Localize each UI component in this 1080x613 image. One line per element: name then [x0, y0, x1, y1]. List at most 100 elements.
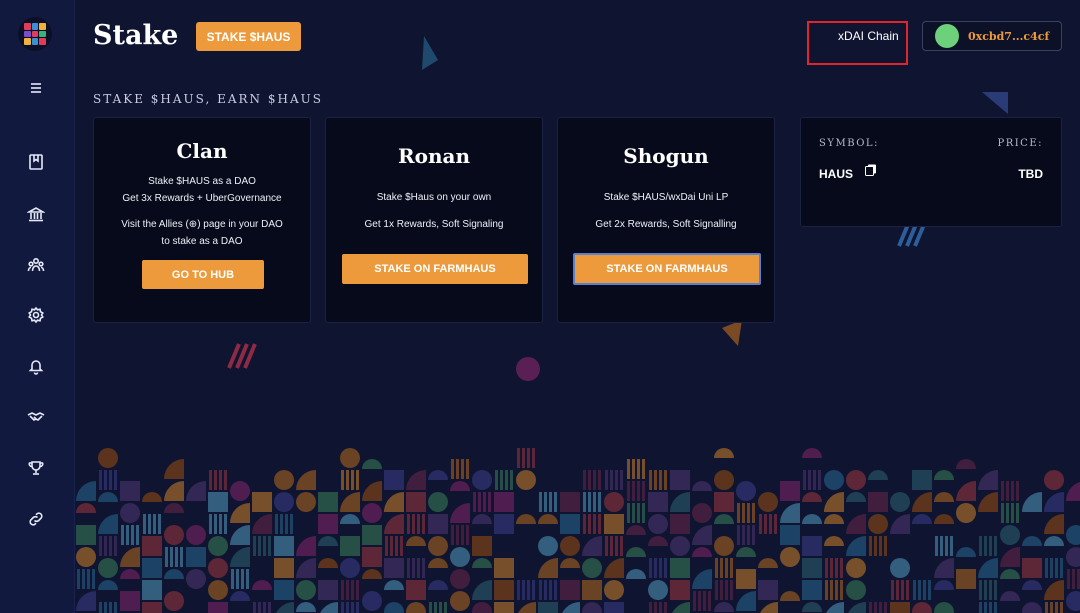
stake-haus-button[interactable]: STAKE $HAUS	[196, 22, 301, 51]
pattern-tile	[868, 514, 888, 534]
link-icon[interactable]	[26, 509, 46, 529]
hamburger-icon[interactable]	[26, 78, 46, 98]
card-shogun: Shogun Stake $HAUS/wxDai Uni LP Get 2x R…	[557, 117, 775, 323]
pattern-tile	[1067, 569, 1080, 589]
pattern-tile	[274, 492, 294, 512]
pattern-tile	[604, 558, 624, 578]
price-value: TBD	[1018, 167, 1043, 181]
pattern-tile	[1066, 525, 1080, 545]
pattern-tile	[670, 558, 690, 578]
pattern-tile	[142, 558, 162, 578]
pattern-tile	[230, 591, 250, 601]
handshake-icon[interactable]	[26, 407, 46, 427]
pattern-tile	[473, 492, 491, 512]
pattern-tile	[274, 536, 294, 556]
pattern-tile	[560, 514, 580, 534]
pattern-tile	[780, 525, 800, 545]
pattern-tile	[494, 558, 514, 578]
bell-icon[interactable]	[26, 356, 46, 376]
pattern-tile	[164, 503, 184, 513]
pattern-tile	[846, 558, 866, 578]
copy-icon[interactable]	[865, 164, 877, 176]
pattern-tile	[869, 536, 887, 556]
pattern-tile	[1001, 503, 1019, 523]
pattern-tile	[562, 602, 580, 613]
pattern-tile	[582, 558, 602, 578]
pattern-tile	[758, 558, 778, 568]
pattern-tile	[341, 470, 359, 490]
chain-label[interactable]: xDAI Chain	[838, 29, 899, 43]
pattern-tile	[1044, 514, 1064, 534]
pattern-tile	[341, 580, 359, 600]
pattern-tile	[802, 602, 822, 612]
pattern-tile	[912, 514, 932, 524]
pattern-tile	[406, 602, 426, 613]
pattern-tile	[627, 503, 645, 523]
pattern-tile	[362, 481, 382, 501]
pattern-tile	[956, 481, 976, 501]
pattern-tile	[362, 459, 382, 469]
pattern-tile	[98, 448, 118, 468]
bank-icon[interactable]	[26, 204, 46, 224]
stake-on-farmhaus-button[interactable]: STAKE ON FARMHAUS	[342, 254, 528, 284]
pattern-tile	[472, 580, 492, 600]
pattern-tile	[76, 481, 96, 501]
pattern-tile	[340, 448, 360, 468]
pattern-tile	[1000, 547, 1020, 567]
pattern-tile	[802, 536, 822, 556]
stake-on-farmhaus-lp-button[interactable]: STAKE ON FARMHAUS	[573, 253, 761, 285]
pattern-tile	[1000, 569, 1020, 579]
pattern-tile	[1022, 580, 1042, 590]
pattern-tile	[1066, 547, 1080, 567]
gear-icon[interactable]	[26, 305, 46, 325]
pattern-tile	[384, 602, 404, 613]
pattern-tile	[450, 569, 470, 589]
pattern-tile	[869, 602, 887, 613]
book-icon[interactable]	[26, 152, 46, 172]
pattern-tile	[670, 470, 690, 490]
pattern-tile	[583, 514, 601, 534]
pattern-tile	[780, 503, 800, 523]
pattern-tile	[98, 514, 118, 534]
sidebar	[0, 0, 75, 613]
pattern-tile	[208, 536, 228, 556]
decor-shape	[516, 357, 540, 381]
pattern-tile	[868, 492, 888, 512]
pattern-tile	[758, 580, 778, 600]
pattern-tile	[956, 569, 976, 589]
card-ronan: Ronan Stake $Haus on your own Get 1x Rew…	[325, 117, 543, 323]
pattern-tile	[780, 591, 800, 601]
pattern-tile	[604, 492, 624, 512]
pattern-tile	[143, 514, 161, 534]
pattern-tile	[428, 558, 448, 568]
account-button[interactable]: 0xcbd7...c4cf	[922, 21, 1062, 51]
pattern-tile	[693, 591, 711, 611]
pattern-tile	[208, 492, 228, 512]
decor-shape	[227, 343, 257, 369]
members-icon[interactable]	[26, 255, 46, 275]
pattern-tile	[670, 580, 690, 600]
pattern-tile	[846, 536, 866, 556]
pattern-tile	[253, 536, 271, 556]
pattern-tile	[120, 503, 140, 523]
pattern-tile	[384, 492, 404, 512]
pattern-tile	[472, 558, 492, 568]
pattern-tile	[978, 470, 998, 490]
pattern-tile	[1044, 536, 1064, 546]
pattern-tile	[384, 514, 404, 534]
trophy-icon[interactable]	[26, 458, 46, 478]
pattern-tile	[518, 602, 536, 613]
pattern-tile	[296, 492, 316, 512]
pattern-tile	[715, 558, 733, 578]
pattern-tile	[296, 580, 316, 600]
pattern-tile	[780, 481, 800, 501]
pattern-tile	[538, 536, 558, 556]
pattern-tile	[99, 602, 117, 613]
pattern-tile	[142, 536, 162, 556]
pattern-tile	[627, 481, 645, 501]
pattern-tile	[340, 492, 360, 512]
daohaus-logo[interactable]	[18, 17, 52, 51]
go-to-hub-button[interactable]: GO TO HUB	[142, 260, 264, 289]
pattern-tile	[120, 569, 140, 579]
symbol-value: HAUS	[819, 167, 854, 181]
